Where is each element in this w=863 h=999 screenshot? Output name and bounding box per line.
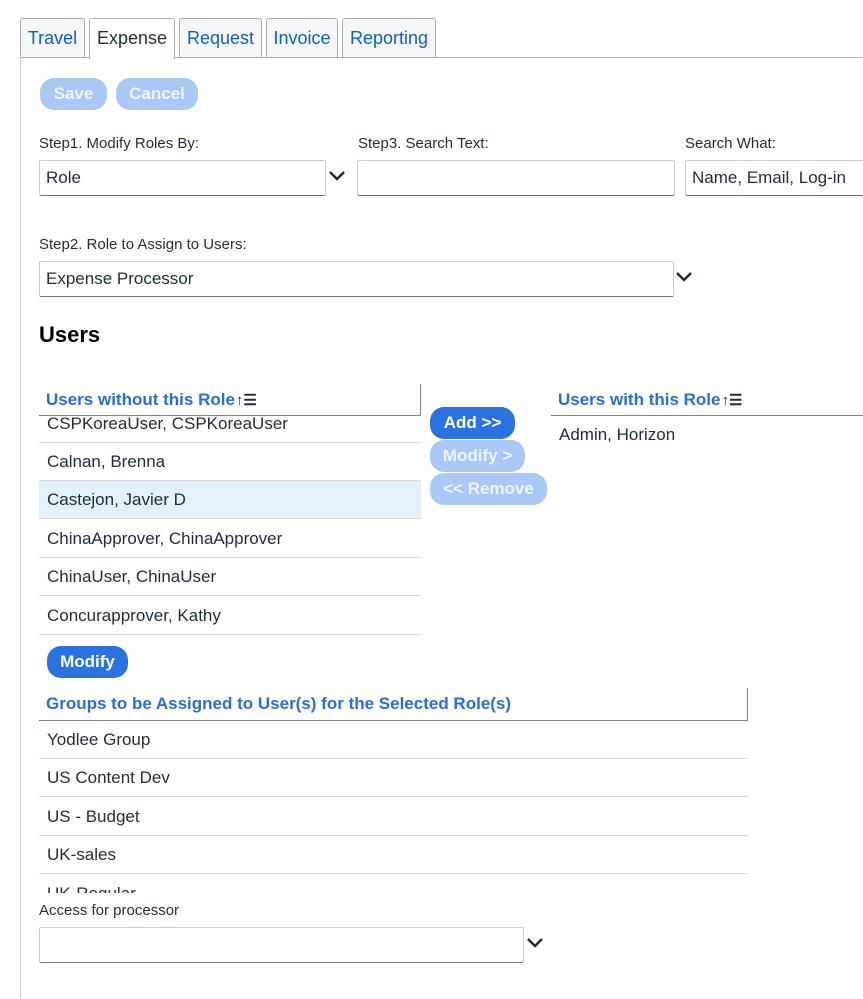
modify-transfer-button[interactable]: Modify > (430, 440, 525, 472)
list-item[interactable]: Admin, Horizon (559, 425, 675, 445)
cancel-button[interactable]: Cancel (116, 78, 198, 110)
users-with-header[interactable]: Users with this Role↑☰ (558, 390, 742, 410)
column-resize-handle[interactable] (747, 688, 748, 720)
chevron-down-icon[interactable] (525, 933, 545, 953)
tab-invoice[interactable]: Invoice (266, 18, 338, 58)
tab-travel[interactable]: Travel (20, 18, 85, 58)
list-item[interactable]: UK-Regular (39, 875, 748, 893)
access-label: Access for processor (39, 902, 180, 919)
search-text-input[interactable] (357, 160, 675, 196)
add-button[interactable]: Add >> (430, 407, 515, 439)
modify-roles-by-select[interactable]: Role (39, 160, 326, 196)
sort-ascending-icon[interactable]: ↑☰ (236, 392, 257, 409)
search-what-label: Search What: (685, 135, 776, 152)
users-without-header[interactable]: Users without this Role↑☰ (46, 390, 257, 410)
chevron-down-icon[interactable] (674, 267, 694, 287)
list-item[interactable]: Yodlee Group (39, 721, 748, 759)
list-item[interactable]: ChinaUser, ChinaUser (39, 558, 421, 596)
list-item[interactable]: US - Budget (39, 798, 748, 836)
panel-border (20, 57, 21, 999)
access-select[interactable] (39, 927, 524, 963)
role-to-assign-select[interactable]: Expense Processor (39, 261, 674, 297)
users-without-header-label: Users without this Role (46, 390, 235, 409)
tab-expense[interactable]: Expense (89, 18, 175, 59)
step1-label: Step1. Modify Roles By: (39, 135, 200, 152)
chevron-down-icon[interactable] (327, 166, 347, 186)
groups-list[interactable]: Yodlee Group US Content Dev US - Budget … (39, 721, 748, 893)
users-with-header-label: Users with this Role (558, 390, 721, 409)
groups-header: Groups to be Assigned to User(s) for the… (46, 694, 512, 713)
list-item-selected[interactable]: Castejon, Javier D (39, 481, 421, 519)
step3-label: Step3. Search Text: (358, 135, 489, 152)
save-button[interactable]: Save (40, 78, 107, 110)
users-without-list[interactable]: CSPKoreaUser, CSPKoreaUser Calnan, Brenn… (39, 416, 421, 636)
users-heading: Users (39, 322, 101, 347)
column-resize-handle[interactable] (420, 384, 421, 416)
tab-reporting[interactable]: Reporting (342, 18, 436, 58)
users-with-header-divider (551, 415, 863, 416)
list-item[interactable]: Calnan, Brenna (39, 443, 421, 481)
list-item[interactable]: CSPKoreaUser, CSPKoreaUser (39, 416, 421, 443)
list-item[interactable]: Concurapprover, Kathy (39, 597, 421, 635)
modify-button[interactable]: Modify (47, 646, 128, 678)
remove-button[interactable]: << Remove (430, 473, 547, 505)
sort-ascending-icon[interactable]: ↑☰ (721, 392, 742, 409)
list-item[interactable]: UK-sales (39, 836, 748, 874)
tab-request[interactable]: Request (179, 18, 262, 58)
list-item[interactable]: US Content Dev (39, 759, 748, 797)
search-what-select[interactable]: Name, Email, Log-in (685, 160, 863, 196)
list-item[interactable]: ChinaApprover, ChinaApprover (39, 520, 421, 558)
step2-label: Step2. Role to Assign to Users: (39, 236, 247, 253)
